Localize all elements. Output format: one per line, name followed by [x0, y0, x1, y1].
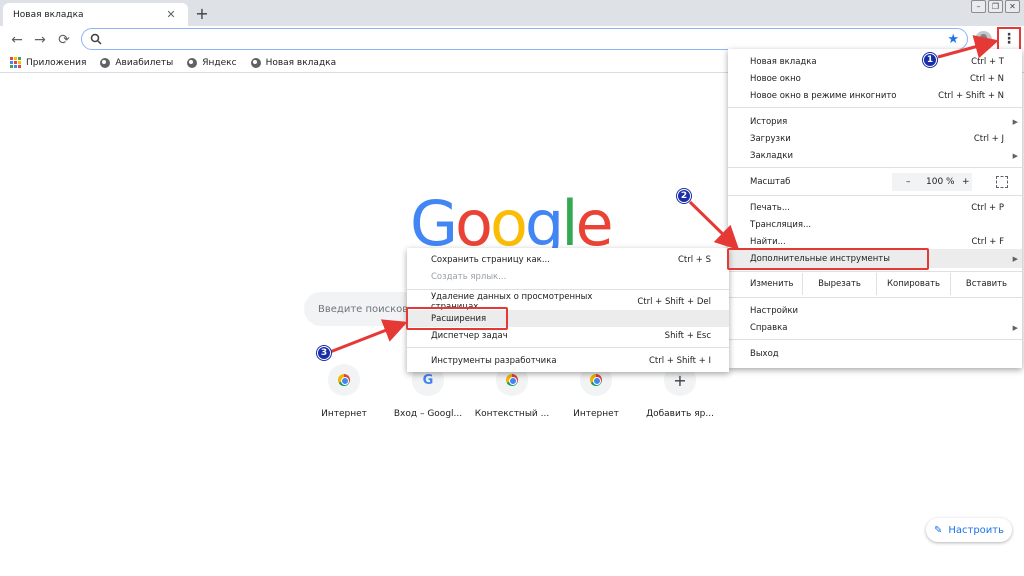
menu-item-edit: Изменить Вырезать Копировать Вставить [728, 273, 1022, 295]
menu-separator [728, 107, 1022, 108]
cut-button[interactable]: Вырезать [802, 273, 876, 295]
submenu-item-save-page[interactable]: Сохранить страницу как... Ctrl + S [407, 251, 729, 268]
google-logo: Google [410, 193, 614, 255]
star-icon[interactable]: ★ [947, 32, 959, 47]
bookmark-label: Новая вкладка [265, 57, 337, 68]
menu-item-new-tab[interactable]: Новая вкладка Ctrl + T [728, 53, 1022, 70]
bookmark-label: Авиабилеты [115, 57, 174, 68]
chrome-menu-button[interactable]: ⋮ [997, 27, 1021, 51]
tab-new-tab[interactable]: Новая вкладка ✕ [3, 3, 188, 26]
fullscreen-icon[interactable] [996, 176, 1008, 188]
bookmark-label: Яндекс [202, 57, 237, 68]
restore-button[interactable]: ❐ [988, 0, 1003, 13]
step-badge-3: 3 [317, 346, 331, 360]
bookmark-yandex[interactable]: Яндекс [187, 57, 237, 68]
submenu-item-dev-tools[interactable]: Инструменты разработчика Ctrl + Shift + I [407, 352, 729, 369]
shortcut-label: Добавить яр... [646, 409, 714, 419]
globe-icon [250, 57, 261, 68]
chevron-right-icon: ▶ [1012, 117, 1018, 126]
customize-label: Настроить [948, 524, 1005, 536]
zoom-value: 100 % [926, 177, 955, 187]
shortcut-tile[interactable]: G Вход – Googl... [383, 364, 473, 419]
shortcut-label: Контекстный ... [474, 409, 550, 419]
menu-item-help[interactable]: Справка ▶ [728, 319, 1022, 336]
title-bar: Новая вкладка ✕ + – ❐ ✕ [0, 0, 1024, 26]
shortcut-tile[interactable]: Контекстный ... [467, 364, 557, 419]
menu-separator [728, 195, 1022, 196]
step-badge-1: 1 [923, 53, 937, 67]
menu-separator [728, 271, 1022, 272]
annotation-highlight-extensions [406, 307, 508, 330]
menu-item-bookmarks[interactable]: Закладки ▶ [728, 147, 1022, 164]
menu-separator [407, 289, 729, 290]
menu-separator [728, 167, 1022, 168]
menu-separator [728, 339, 1022, 340]
plus-icon: + [673, 370, 687, 390]
search-icon [90, 33, 102, 45]
zoom-out-button[interactable]: – [906, 177, 911, 187]
menu-item-new-window[interactable]: Новое окно Ctrl + N [728, 70, 1022, 87]
globe-icon [100, 57, 111, 68]
menu-item-history[interactable]: История ▶ [728, 113, 1022, 130]
apps-icon [10, 57, 21, 68]
chevron-right-icon: ▶ [1012, 151, 1018, 160]
address-input[interactable] [108, 30, 948, 48]
bookmark-new-tab[interactable]: Новая вкладка [250, 57, 337, 68]
google-icon: G [422, 372, 434, 388]
profile-avatar-icon[interactable] [975, 31, 992, 48]
globe-icon [187, 57, 198, 68]
menu-item-settings[interactable]: Настройки [728, 302, 1022, 319]
bookmark-apps[interactable]: Приложения [10, 57, 86, 68]
menu-item-print[interactable]: Печать... Ctrl + P [728, 199, 1022, 216]
chevron-right-icon: ▶ [1012, 254, 1018, 263]
shortcut-label: Интернет [321, 409, 367, 419]
window-controls: – ❐ ✕ [971, 0, 1020, 13]
chevron-right-icon: ▶ [1012, 323, 1018, 332]
omnibox[interactable]: ★ [81, 28, 968, 50]
step-badge-2: 2 [677, 189, 691, 203]
menu-separator [407, 347, 729, 348]
paste-button[interactable]: Вставить [950, 273, 1022, 295]
submenu-item-create-shortcut: Создать ярлык... [431, 271, 507, 282]
bookmark-aviabilety[interactable]: Авиабилеты [100, 57, 174, 68]
menu-item-downloads[interactable]: Загрузки Ctrl + J [728, 130, 1022, 147]
chrome-icon [506, 374, 518, 386]
zoom-in-button[interactable]: + [962, 177, 970, 187]
chrome-icon [590, 374, 602, 386]
menu-item-cast[interactable]: Трансляция... [728, 216, 1022, 233]
minimize-button[interactable]: – [971, 0, 986, 13]
chrome-icon [338, 374, 350, 386]
menu-item-incognito[interactable]: Новое окно в режиме инкогнито Ctrl + Shif… [728, 87, 1022, 104]
shortcut-label: Вход – Googl... [393, 409, 463, 419]
close-icon[interactable]: ✕ [164, 8, 178, 22]
tab-title: Новая вкладка [13, 9, 84, 20]
reload-button[interactable]: ⟳ [54, 30, 74, 50]
shortcut-label: Интернет [573, 409, 619, 419]
close-window-button[interactable]: ✕ [1005, 0, 1020, 13]
bookmark-label: Приложения [26, 57, 87, 68]
chrome-main-menu: Новая вкладка Ctrl + T Новое окно Ctrl + N… [728, 49, 1022, 368]
add-shortcut-button[interactable]: + Добавить яр... [635, 364, 725, 419]
new-tab-button[interactable]: + [193, 4, 211, 23]
copy-button[interactable]: Копировать [876, 273, 950, 295]
menu-separator [728, 297, 1022, 298]
shortcut-tile[interactable]: Интернет [299, 364, 389, 419]
back-button[interactable]: ← [7, 30, 27, 50]
menu-item-zoom: Масштаб – 100 % + [728, 173, 1022, 191]
shortcut-tile[interactable]: Интернет [551, 364, 641, 419]
arrow-3 [329, 319, 408, 354]
forward-button[interactable]: → [30, 30, 50, 50]
pencil-icon: ✎ [933, 524, 943, 536]
customize-button[interactable]: ✎ Настроить [926, 518, 1012, 542]
annotation-highlight-more-tools [727, 248, 929, 270]
menu-item-exit[interactable]: Выход [728, 345, 1022, 362]
